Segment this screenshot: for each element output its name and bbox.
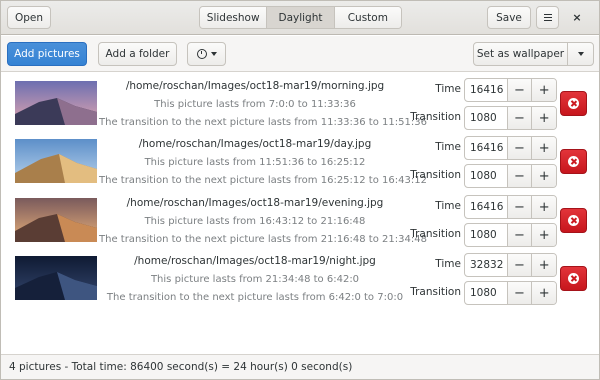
time-decrement-button[interactable]: − — [506, 254, 532, 276]
toolbar: Add pictures Add a folder Set as wallpap… — [1, 36, 599, 72]
thumbnail-night — [15, 256, 97, 300]
time-increment-button[interactable]: + — [531, 196, 556, 218]
time-increment-button[interactable]: + — [531, 254, 556, 276]
menu-button[interactable] — [536, 6, 559, 29]
transition-spinner: 1080 − + — [464, 164, 557, 188]
status-bar: 4 pictures - Total time: 86400 second(s)… — [1, 354, 599, 379]
hamburger-icon — [543, 14, 552, 21]
time-decrement-button[interactable]: − — [506, 196, 532, 218]
transition-increment-button[interactable]: + — [531, 282, 556, 304]
transition-spinner: 1080 − + — [464, 281, 557, 305]
list-item: /home/roschan/Images/oct18-mar19/evening… — [1, 190, 599, 248]
tab-daylight[interactable]: Daylight — [266, 7, 334, 28]
thumbnail-day — [15, 139, 97, 183]
transition-duration-text: The transition to the next picture lasts… — [99, 234, 427, 245]
set-wallpaper-button[interactable]: Set as wallpaper — [473, 42, 568, 66]
time-spinner: 32832 − + — [464, 253, 557, 277]
app-window: Open Slideshow Daylight Custom Save × Ad… — [0, 0, 600, 380]
time-decrement-button[interactable]: − — [506, 137, 532, 159]
picture-duration-text: This picture lasts from 7:0:0 to 11:33:3… — [154, 99, 356, 110]
file-path: /home/roschan/Images/oct18-mar19/night.j… — [134, 255, 376, 267]
time-label: Time — [435, 141, 461, 153]
time-input[interactable]: 16416 — [465, 196, 507, 218]
transition-label: Transition — [410, 169, 461, 181]
tab-custom[interactable]: Custom — [333, 7, 401, 28]
time-spinner: 16416 − + — [464, 195, 557, 219]
transition-decrement-button[interactable]: − — [506, 224, 532, 246]
transition-input[interactable]: 1080 — [465, 224, 507, 246]
transition-increment-button[interactable]: + — [531, 165, 556, 187]
transition-duration-text: The transition to the next picture lasts… — [99, 117, 427, 128]
add-folder-button[interactable]: Add a folder — [98, 42, 177, 66]
transition-increment-button[interactable]: + — [531, 224, 556, 246]
header-bar: Open Slideshow Daylight Custom Save × — [1, 1, 599, 35]
transition-spinner: 1080 − + — [464, 106, 557, 130]
transition-label: Transition — [410, 228, 461, 240]
add-pictures-button[interactable]: Add pictures — [7, 42, 87, 66]
transition-label: Transition — [410, 111, 461, 123]
picture-duration-text: This picture lasts from 21:34:48 to 6:42… — [150, 274, 360, 285]
transition-input[interactable]: 1080 — [465, 282, 507, 304]
tab-slideshow[interactable]: Slideshow — [200, 7, 267, 28]
transition-duration-text: The transition to the next picture lasts… — [106, 292, 404, 303]
list-item: /home/roschan/Images/oct18-mar19/morning… — [1, 73, 599, 131]
list-item: /home/roschan/Images/oct18-mar19/day.jpg… — [1, 131, 599, 189]
file-path: /home/roschan/Images/oct18-mar19/day.jpg — [138, 138, 372, 150]
transition-decrement-button[interactable]: − — [506, 282, 532, 304]
mode-switcher: Slideshow Daylight Custom — [199, 6, 402, 29]
time-input[interactable]: 32832 — [465, 254, 507, 276]
picture-duration-text: This picture lasts from 11:51:36 to 16:2… — [144, 157, 366, 168]
list-item: /home/roschan/Images/oct18-mar19/night.j… — [1, 248, 599, 306]
close-icon[interactable]: × — [569, 9, 585, 25]
time-label: Time — [435, 258, 461, 270]
timer-icon — [196, 49, 207, 59]
delete-picture-button[interactable] — [560, 91, 587, 116]
file-path: /home/roschan/Images/oct18-mar19/evening… — [126, 197, 384, 209]
file-path: /home/roschan/Images/oct18-mar19/morning… — [125, 80, 385, 92]
time-input[interactable]: 16416 — [465, 79, 507, 101]
chevron-down-icon — [210, 52, 217, 56]
thumbnail-morning — [15, 81, 97, 125]
transition-decrement-button[interactable]: − — [506, 165, 532, 187]
delete-icon — [568, 156, 579, 167]
timer-menu-button[interactable] — [187, 42, 226, 66]
time-label: Time — [435, 200, 461, 212]
chevron-down-icon — [577, 52, 584, 56]
transition-decrement-button[interactable]: − — [506, 107, 532, 129]
time-increment-button[interactable]: + — [531, 137, 556, 159]
delete-picture-button[interactable] — [560, 266, 587, 291]
transition-spinner: 1080 − + — [464, 223, 557, 247]
time-label: Time — [435, 83, 461, 95]
thumbnail-evening — [15, 198, 97, 242]
save-button[interactable]: Save — [487, 6, 531, 29]
time-increment-button[interactable]: + — [531, 79, 556, 101]
open-button[interactable]: Open — [7, 6, 51, 29]
picture-duration-text: This picture lasts from 16:43:12 to 21:1… — [144, 216, 366, 227]
transition-input[interactable]: 1080 — [465, 107, 507, 129]
time-spinner: 16416 − + — [464, 136, 557, 160]
time-spinner: 16416 − + — [464, 78, 557, 102]
transition-increment-button[interactable]: + — [531, 107, 556, 129]
time-input[interactable]: 16416 — [465, 137, 507, 159]
wallpaper-options-button[interactable] — [567, 42, 594, 66]
transition-duration-text: The transition to the next picture lasts… — [99, 175, 427, 186]
transition-input[interactable]: 1080 — [465, 165, 507, 187]
delete-picture-button[interactable] — [560, 208, 587, 233]
delete-icon — [568, 98, 579, 109]
delete-icon — [568, 215, 579, 226]
delete-icon — [568, 273, 579, 284]
time-decrement-button[interactable]: − — [506, 79, 532, 101]
delete-picture-button[interactable] — [560, 149, 587, 174]
total-time-status: 4 pictures - Total time: 86400 second(s)… — [9, 361, 353, 373]
transition-label: Transition — [410, 286, 461, 298]
